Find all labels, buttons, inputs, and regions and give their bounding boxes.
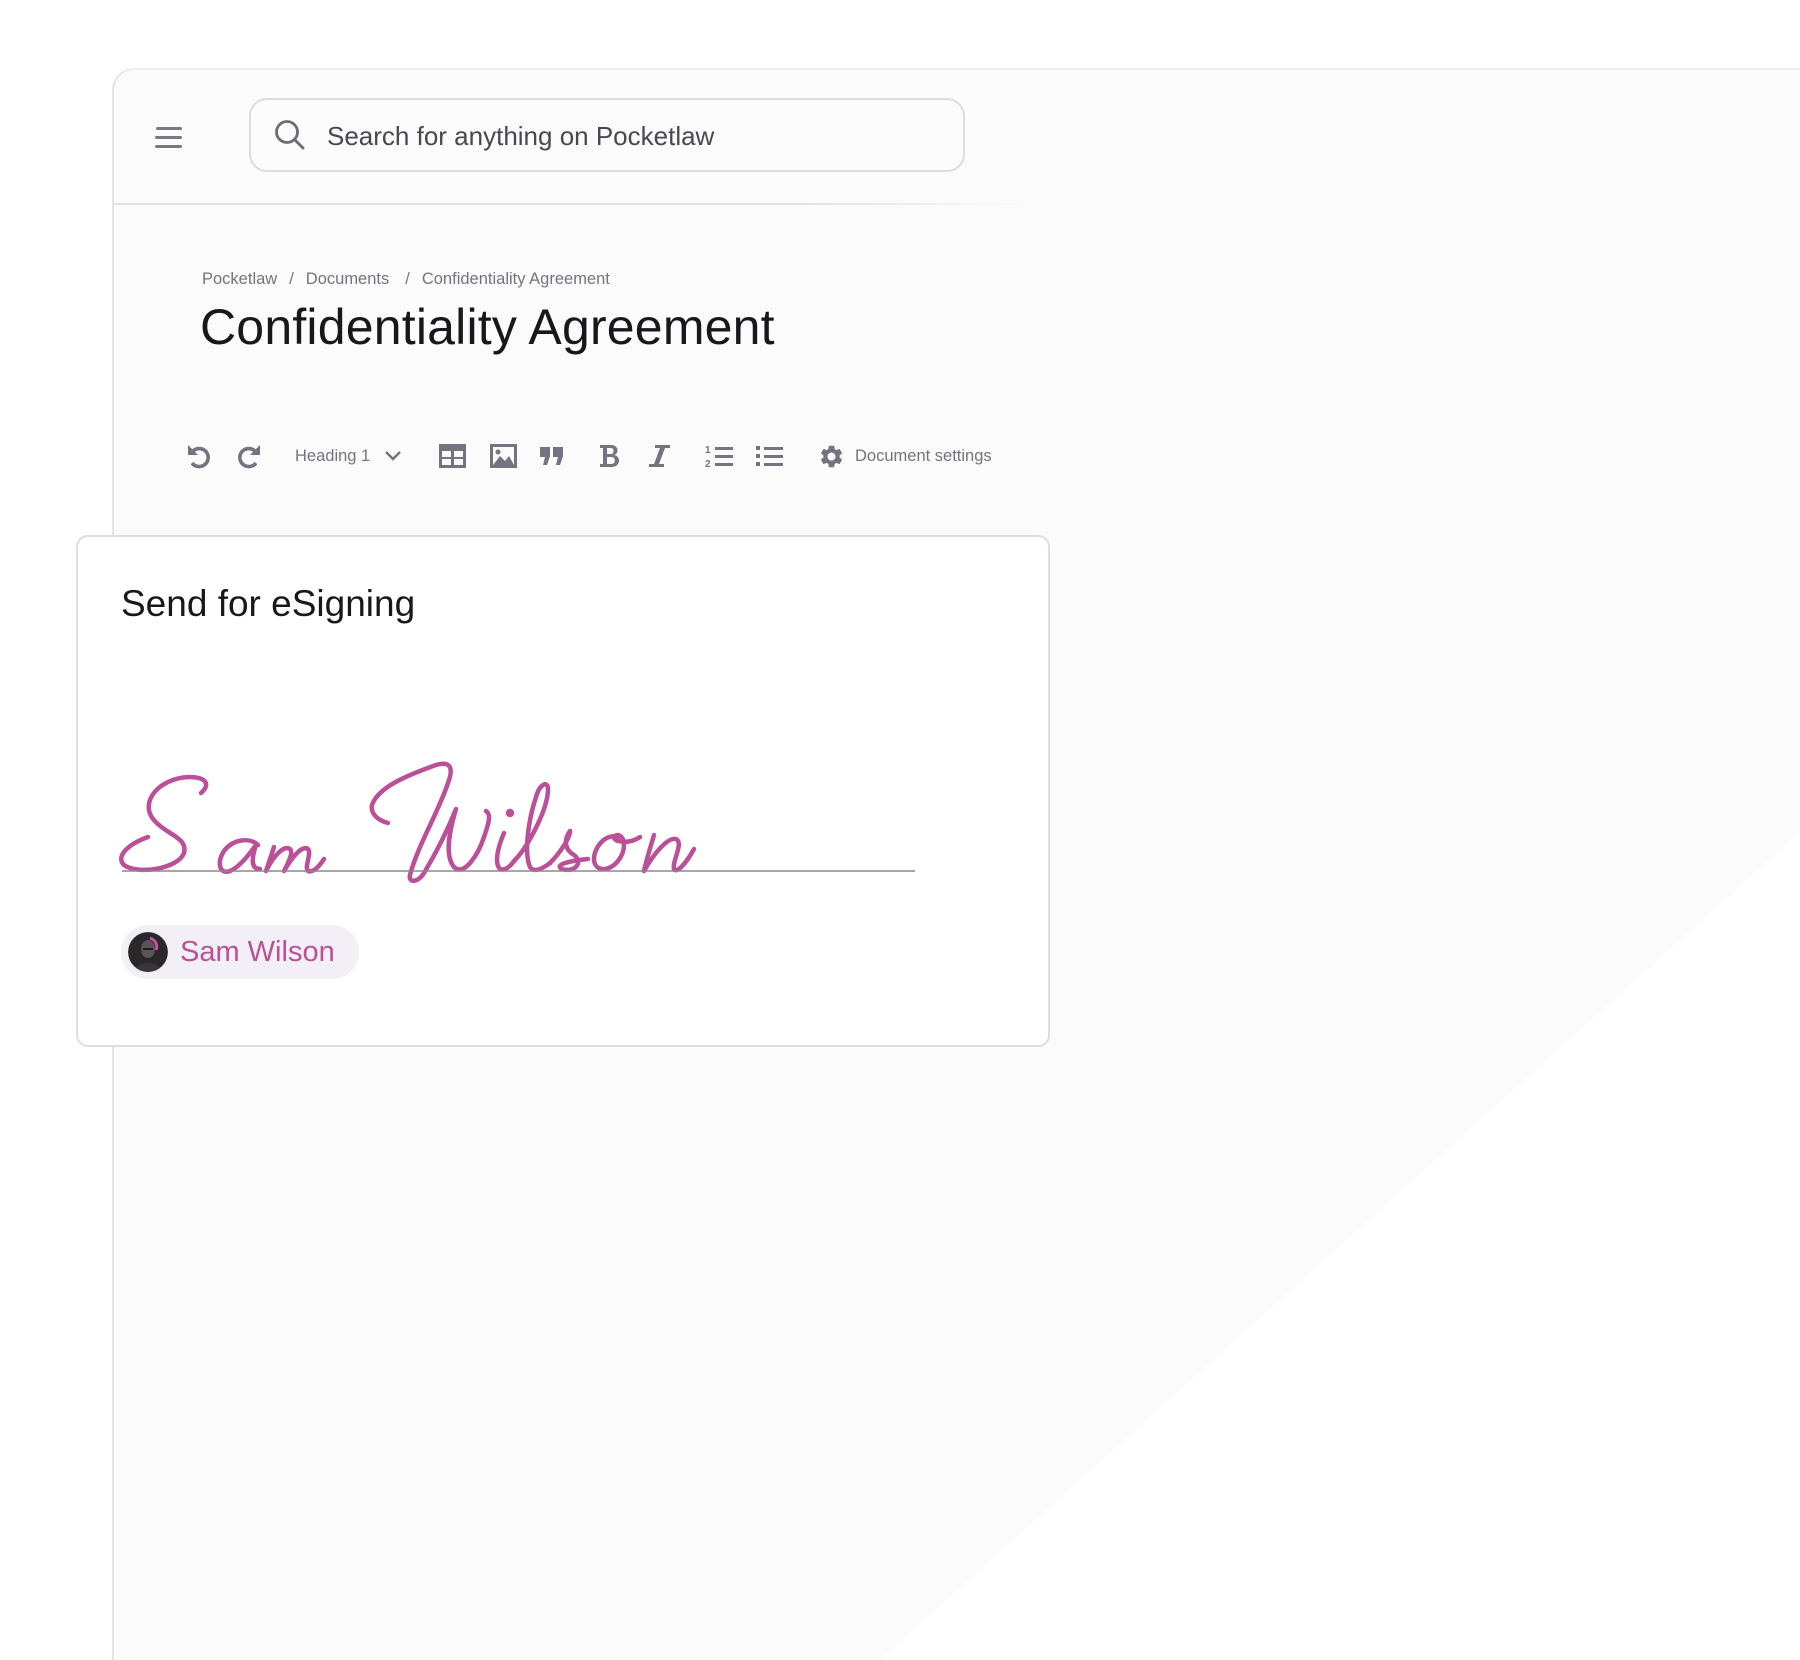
undo-button[interactable] [186,442,212,470]
heading-select-value: Heading 1 [295,446,371,465]
breadcrumb-separator: / [289,270,294,288]
redo-icon [238,445,260,469]
ordered-list-icon: 1 2 [705,445,733,468]
italic-icon [649,445,670,467]
breadcrumb-item-documents[interactable]: Documents [306,270,389,289]
signer-name: Sam Wilson [180,936,335,968]
signature-field[interactable] [118,757,938,887]
breadcrumb-item-current: Confidentiality Agreement [421,270,610,288]
editor-toolbar: Heading 1 1 2 Document settings [0,436,1100,476]
page-title: Confidentiality Agreement [200,299,775,355]
quote-icon [540,447,563,465]
breadcrumb-item-pocketlaw[interactable]: Pocketlaw [202,270,277,289]
esign-card-title: Send for eSigning [121,583,416,624]
undo-icon [188,445,210,469]
bullet-list-icon [756,446,783,466]
bold-button[interactable] [599,442,620,470]
search-input[interactable] [325,100,949,172]
insert-image-button[interactable] [490,442,517,470]
ordered-list-button[interactable]: 1 2 [705,442,733,470]
signature-drawing [119,761,697,883]
table-icon [439,444,466,468]
document-settings-button[interactable]: Document settings [818,442,992,470]
search-bar[interactable] [249,98,965,172]
image-icon [490,444,517,468]
italic-button[interactable] [649,442,670,470]
heading-select[interactable]: Heading 1 [295,442,402,470]
gear-icon [820,445,843,467]
breadcrumb: Pocketlaw / Documents / Confidentiality … [202,270,610,289]
document-settings-label: Document settings [855,446,992,465]
breadcrumb-separator: / [405,270,410,288]
insert-table-button[interactable] [439,442,466,470]
hamburger-icon[interactable] [155,124,183,150]
bullet-list-button[interactable] [756,442,783,470]
chevron-down-icon [385,451,402,461]
search-icon [275,120,305,150]
avatar [128,932,168,972]
bold-icon [600,445,619,467]
signer-chip[interactable]: Sam Wilson [121,925,359,979]
svg-text:1: 1 [705,445,711,456]
header-divider [114,203,1034,205]
blockquote-button[interactable] [540,442,564,470]
redo-button[interactable] [236,442,262,470]
svg-text:2: 2 [705,459,711,468]
esign-card: Send for eSigning Sam Wilson [76,535,1050,1047]
